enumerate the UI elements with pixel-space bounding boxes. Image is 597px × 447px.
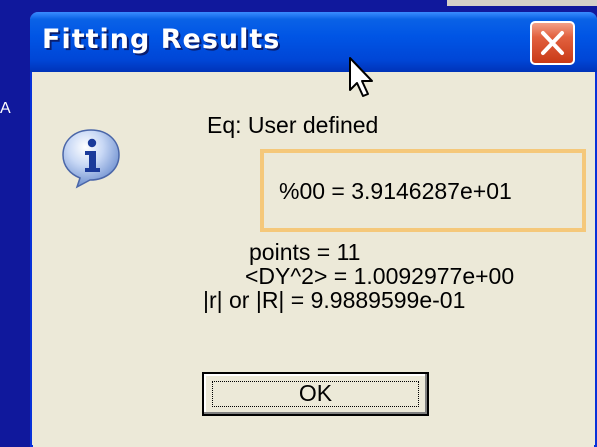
dialog-title: Fitting Results (42, 24, 281, 55)
info-icon (62, 129, 120, 189)
dialog-body: Eq: User defined %00 = 3.9146287e+01 poi… (33, 72, 594, 447)
fit-parameter-value: %00 = 3.9146287e+01 (279, 178, 512, 204)
points-count: points = 11 (249, 239, 361, 265)
background-window-edge (447, 0, 597, 6)
title-bar[interactable]: Fitting Results (30, 12, 597, 72)
background-letter: A (0, 100, 11, 117)
equation-label: Eq: User defined (207, 112, 379, 138)
ok-button-label: OK (298, 380, 333, 406)
mouse-pointer-icon (349, 57, 373, 97)
fitting-results-dialog: Fitting Results Eq: User defined %00 = 3… (30, 12, 597, 447)
dy2-value: <DY^2> = 1.0092977e+00 (245, 263, 515, 289)
correlation-value: |r| or |R| = 9.9889599e-01 (203, 287, 466, 313)
ok-button[interactable]: OK (202, 372, 429, 416)
close-button[interactable] (530, 21, 575, 65)
close-icon (541, 31, 564, 55)
